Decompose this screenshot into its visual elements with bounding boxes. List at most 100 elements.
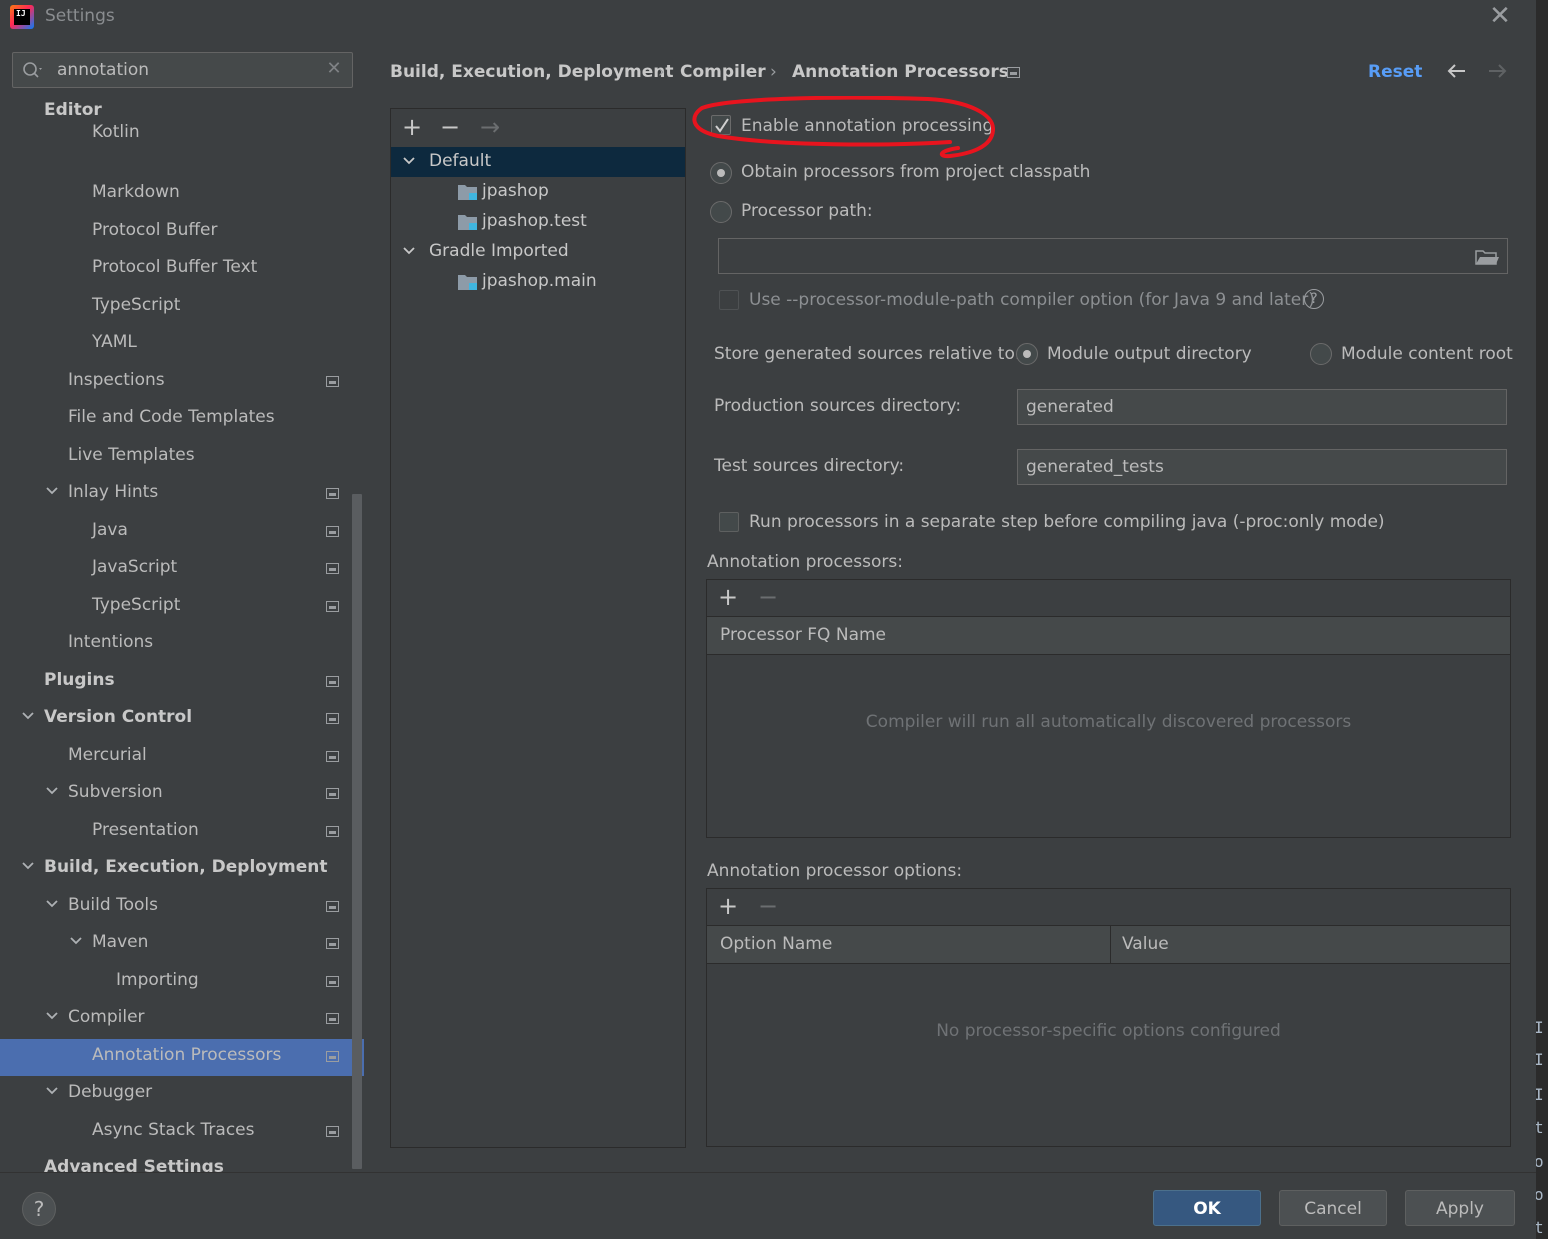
sidebar-item[interactable]: JavaScript	[0, 551, 364, 588]
sidebar-item[interactable]: Protocol Buffer	[0, 214, 364, 251]
sidebar-item[interactable]: Live Templates	[0, 439, 364, 476]
chevron-down-icon[interactable]	[44, 779, 60, 803]
browse-folder-icon[interactable]	[1474, 246, 1500, 268]
sidebar-scrollbar[interactable]	[352, 494, 362, 1169]
sidebar-item[interactable]: Version Control	[0, 701, 364, 738]
chevron-down-icon[interactable]	[20, 704, 36, 728]
sidebar-item-label: Build, Execution, Deployment	[44, 857, 328, 877]
chevron-down-icon[interactable]	[401, 239, 417, 263]
obtain-from-classpath-radio[interactable]	[710, 162, 732, 184]
module-path-option-label[interactable]: Use --processor-module-path compiler opt…	[749, 290, 1315, 310]
sidebar-item-label: Subversion	[68, 782, 163, 802]
intellij-logo-icon: IJ	[10, 5, 34, 29]
module-content-root-radio[interactable]	[1310, 343, 1332, 365]
chevron-down-icon[interactable]	[44, 479, 60, 503]
sidebar-item[interactable]: Intentions	[0, 626, 364, 663]
remove-option-button[interactable]: −	[755, 894, 781, 920]
project-scope-icon	[326, 900, 339, 912]
chevron-down-icon[interactable]	[20, 854, 36, 878]
module-output-directory-label[interactable]: Module output directory	[1047, 344, 1252, 364]
help-icon[interactable]: ?	[1304, 289, 1324, 309]
processor-fq-name-column[interactable]: Processor FQ Name	[720, 625, 886, 645]
sidebar-item[interactable]: Debugger	[0, 1076, 364, 1113]
chevron-down-icon[interactable]	[44, 892, 60, 916]
value-column[interactable]: Value	[1122, 934, 1169, 954]
remove-processor-button[interactable]: −	[755, 585, 781, 611]
forward-arrow-icon[interactable]	[1484, 58, 1510, 84]
help-button[interactable]: ?	[22, 1192, 56, 1226]
close-window-icon[interactable]: ✕	[1486, 2, 1514, 30]
project-scope-icon	[326, 788, 339, 799]
column-divider[interactable]	[1110, 926, 1111, 964]
add-profile-button[interactable]: +	[399, 115, 425, 141]
processor-path-field[interactable]	[718, 238, 1508, 274]
profile-tree-item[interactable]: jpashop.test	[391, 207, 685, 237]
clear-search-icon[interactable]: ✕	[323, 57, 345, 81]
sidebar-item[interactable]: YAML	[0, 326, 364, 363]
option-name-column[interactable]: Option Name	[720, 934, 832, 954]
ok-button[interactable]: OK	[1153, 1190, 1261, 1226]
back-arrow-icon[interactable]	[1444, 58, 1470, 84]
enable-annotation-processing-checkbox[interactable]	[711, 115, 731, 135]
profile-tree-item[interactable]: Gradle Imported	[391, 237, 685, 267]
apply-button[interactable]: Apply	[1405, 1190, 1515, 1226]
profiles-toolbar: + − →	[391, 109, 685, 147]
sidebar-item[interactable]: TypeScript	[0, 289, 364, 326]
add-processor-button[interactable]: +	[715, 585, 741, 611]
separate-step-checkbox[interactable]	[719, 512, 739, 532]
enable-annotation-processing-label[interactable]: Enable annotation processing	[741, 116, 993, 136]
chevron-down-icon[interactable]	[401, 149, 417, 173]
separate-step-label[interactable]: Run processors in a separate step before…	[749, 512, 1385, 532]
sidebar-item[interactable]: Maven	[0, 926, 364, 963]
sidebar-item[interactable]: Protocol Buffer Text	[0, 251, 364, 288]
sidebar-item[interactable]: Java	[0, 514, 364, 551]
sidebar-item[interactable]: Inspections	[0, 364, 364, 401]
sidebar-item-label: Presentation	[92, 819, 199, 840]
options-table-header: Option Name Value	[707, 926, 1510, 964]
module-content-root-label[interactable]: Module content root	[1341, 344, 1513, 364]
sidebar-item[interactable]: Build Tools	[0, 889, 364, 926]
processor-path-label[interactable]: Processor path:	[741, 201, 873, 221]
sidebar-item-label: Inspections	[68, 369, 165, 390]
sidebar-item-label: Annotation Processors	[92, 1044, 282, 1065]
sidebar-item[interactable]: Plugins	[0, 664, 364, 701]
sidebar-item[interactable]: Importing	[0, 964, 364, 1001]
add-option-button[interactable]: +	[715, 894, 741, 920]
module-path-option-checkbox[interactable]	[719, 290, 739, 310]
remove-profile-button[interactable]: −	[437, 115, 463, 141]
profile-tree-item[interactable]: jpashop.main	[391, 267, 685, 297]
project-scope-icon	[326, 563, 339, 574]
processors-toolbar: + −	[707, 580, 1510, 617]
sidebar-item[interactable]: Async Stack Traces	[0, 1114, 364, 1151]
module-folder-icon	[457, 273, 479, 291]
sidebar-item-label: Protocol Buffer Text	[92, 257, 258, 277]
profile-tree-item[interactable]: jpashop	[391, 177, 685, 207]
reset-link[interactable]: Reset	[1368, 62, 1422, 82]
module-output-directory-radio[interactable]	[1016, 343, 1038, 365]
cancel-button[interactable]: Cancel	[1279, 1190, 1387, 1226]
sidebar-item[interactable]: Mercurial	[0, 739, 364, 776]
sidebar-item[interactable]: Build, Execution, Deployment	[0, 851, 364, 888]
sidebar-item[interactable]: Compiler	[0, 1001, 364, 1038]
sidebar-item[interactable]: Kotlin	[0, 116, 364, 153]
chevron-down-icon[interactable]	[44, 1079, 60, 1103]
production-dir-input[interactable]: generated	[1017, 389, 1507, 425]
search-icon[interactable]	[21, 60, 45, 80]
title-bar: IJ Settings ✕	[0, 0, 1536, 36]
profile-tree-item[interactable]: Default	[391, 147, 685, 177]
sidebar-item[interactable]: Subversion	[0, 776, 364, 813]
processor-path-radio[interactable]	[710, 201, 732, 223]
profile-tree-label: jpashop.main	[482, 271, 597, 291]
chevron-down-icon[interactable]	[44, 1004, 60, 1028]
sidebar-item[interactable]: Inlay Hints	[0, 476, 364, 513]
sidebar-item[interactable]: Markdown	[0, 176, 364, 213]
search-input[interactable]	[57, 59, 317, 81]
sidebar-item[interactable]: File and Code Templates	[0, 401, 364, 438]
sidebar-item[interactable]: Presentation	[0, 814, 364, 851]
chevron-down-icon[interactable]	[68, 929, 84, 953]
test-dir-input[interactable]: generated_tests	[1017, 449, 1507, 485]
obtain-from-classpath-label[interactable]: Obtain processors from project classpath	[741, 162, 1090, 182]
sidebar-item[interactable]: Annotation Processors	[0, 1038, 364, 1076]
move-to-profile-button[interactable]: →	[477, 115, 503, 141]
sidebar-item[interactable]: TypeScript	[0, 589, 364, 626]
